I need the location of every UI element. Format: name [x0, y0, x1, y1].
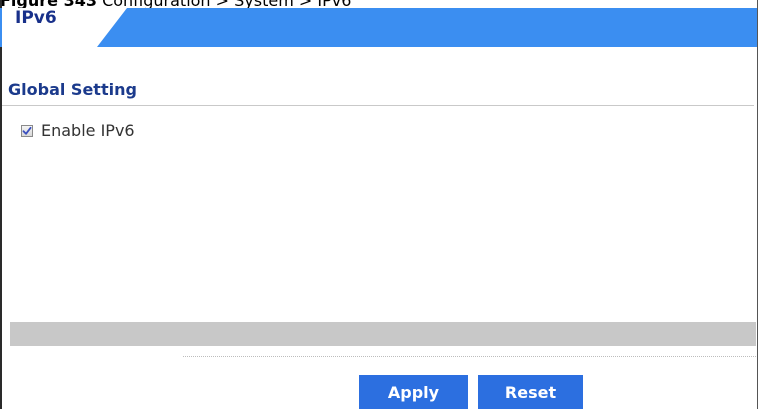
tab-bar: IPv6: [0, 8, 757, 47]
tab-slant-edge: [97, 8, 127, 47]
tab-ipv6-label: IPv6: [15, 8, 57, 28]
checkmark-icon: [22, 126, 32, 135]
enable-ipv6-label[interactable]: Enable IPv6: [41, 121, 135, 140]
section-title-global-setting: Global Setting: [8, 80, 137, 99]
tab-ipv6[interactable]: IPv6: [2, 8, 97, 47]
reset-button[interactable]: Reset: [478, 375, 583, 409]
button-separator: [183, 356, 756, 357]
status-bar: [10, 322, 756, 346]
section-divider: [2, 105, 754, 106]
enable-ipv6-checkbox[interactable]: [21, 124, 33, 137]
enable-ipv6-row: Enable IPv6: [21, 121, 135, 140]
settings-panel: [0, 0, 757, 409]
apply-button[interactable]: Apply: [359, 375, 468, 409]
